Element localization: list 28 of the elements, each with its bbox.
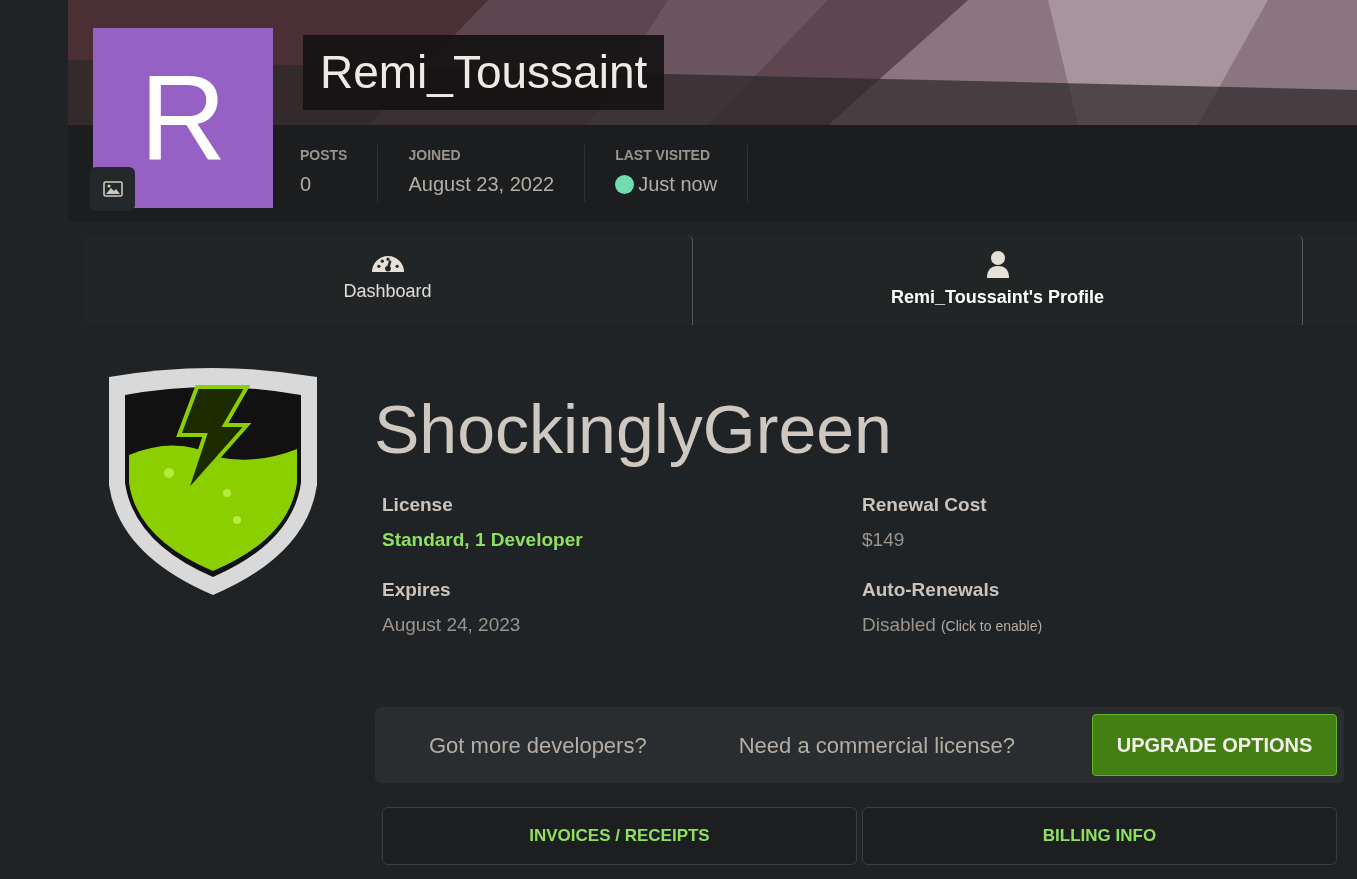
stat-label: LAST VISITED [615,146,712,165]
promo-text: Need a commercial license? [738,731,1015,760]
gauge-icon [371,255,404,272]
image-icon [102,181,123,197]
stat-value: August 23, 2022 [408,172,555,197]
enable-link[interactable]: (Click to enable) [940,615,1043,637]
stat-value: Just now [638,172,718,197]
action-button[interactable]: INVOICES / RECEIPTS [382,807,857,865]
upgrade-options-button[interactable]: UPGRADE OPTIONS [1092,714,1337,776]
field-value: Disabled [862,612,936,637]
stat-value: 0 [300,172,312,197]
username-heading: Remi_Toussaint [303,35,665,110]
field-label: Auto-Renewals [862,578,1001,602]
field-label: Expires [382,578,452,602]
field-value: Standard, 1 Developer [382,527,583,552]
nav-tab[interactable]: Dashboard [83,235,693,325]
user-icon [985,249,1010,278]
field-label: Renewal Cost [862,493,988,517]
stat-label: JOINED [408,146,462,165]
stat-label: POSTS [300,146,348,165]
field-label: License [382,493,454,517]
promo-text: Got more developers? [429,731,647,760]
field-value: August 24, 2023 [382,612,521,637]
action-button[interactable]: BILLING INFO [862,807,1337,865]
avatar-letter: R [139,58,227,178]
field-value: $149 [862,527,905,552]
change-photo-button[interactable] [90,167,135,211]
nav-tab[interactable]: Remi_Toussaint's Profile [693,235,1303,325]
